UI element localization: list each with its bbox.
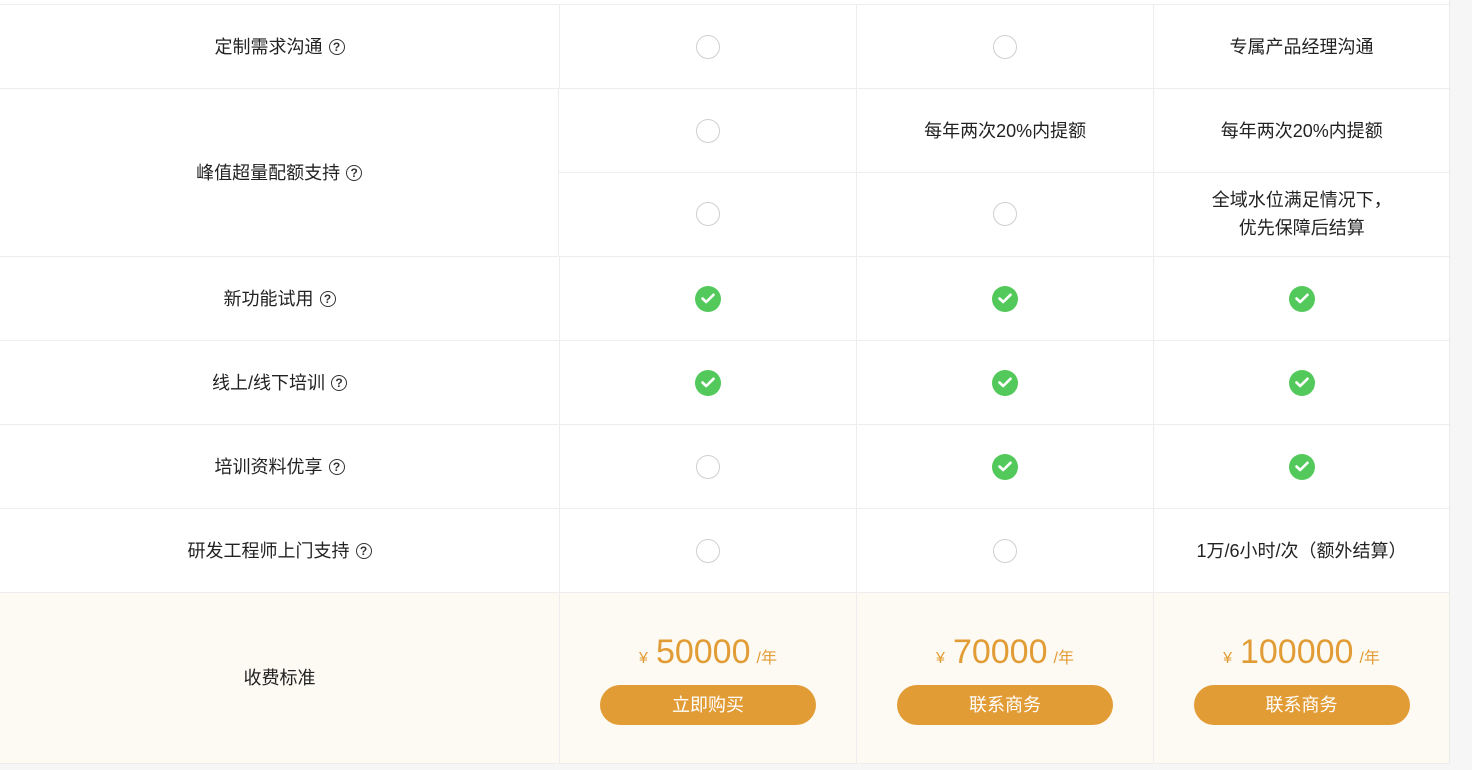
question-circle-icon[interactable]: ? <box>355 542 372 559</box>
empty-circle-icon <box>696 538 720 563</box>
table-row: 研发工程师上门支持 ? 1万/6小时/次（额外结算） <box>0 509 1449 593</box>
price-amount: 100000 <box>1239 632 1354 671</box>
plan-cell <box>856 172 1154 255</box>
plan-cell <box>560 341 857 424</box>
price: ¥ 50000 /年 <box>639 632 777 673</box>
plan-cell <box>560 425 857 508</box>
plan-cell <box>1154 257 1449 340</box>
plan-cell <box>559 89 856 172</box>
feature-label: 峰值超量配额支持 <box>196 162 341 183</box>
plan-cell <box>857 425 1154 508</box>
feature-label: 线上/线下培训 <box>211 372 325 393</box>
empty-circle-icon <box>695 118 720 143</box>
feature-cell: 培训资料优享 ? <box>0 425 560 508</box>
pricing-label: 收费标准 <box>243 668 316 688</box>
plan-cell <box>560 509 857 592</box>
table-row: 新功能试用 ? <box>0 257 1449 341</box>
feature-comparison-table: 定制需求沟通 ? 专属产品经理沟通 峰值超量配额支持 ? 每年两次20%内提额 … <box>0 0 1450 764</box>
check-circle-icon <box>1288 285 1315 312</box>
currency-symbol: ¥ <box>936 649 945 667</box>
check-circle-icon <box>992 453 1018 480</box>
plan-subcells: 每年两次20%内提额 <box>856 89 1155 256</box>
table-row: 定制需求沟通 ? 专属产品经理沟通 <box>0 4 1449 89</box>
plan-cell <box>560 257 857 340</box>
plan-cell <box>1154 341 1449 424</box>
empty-circle-icon <box>993 538 1017 563</box>
table-row: 培训资料优享 ? <box>0 425 1449 509</box>
feature-cell: 峰值超量配额支持 ? <box>0 89 560 256</box>
plan-value: 每年两次20%内提额 <box>924 120 1087 141</box>
pricing-row: 收费标准 ¥ 50000 /年 立即购买 ¥ 70000 /年 联系商务 ¥ 1… <box>0 593 1449 764</box>
empty-circle-icon <box>993 34 1017 59</box>
check-circle-icon <box>1288 453 1315 480</box>
plan-price-cell: ¥ 70000 /年 联系商务 <box>857 593 1154 763</box>
feature-label: 培训资料优享 <box>214 456 323 477</box>
check-circle-icon <box>992 369 1018 396</box>
question-circle-icon[interactable]: ? <box>346 164 363 181</box>
price-period: /年 <box>756 649 777 667</box>
plan-cell <box>857 5 1154 88</box>
plan-value: 每年两次20%内提额 <box>1220 120 1383 141</box>
plan-price-cell: ¥ 50000 /年 立即购买 <box>560 593 857 763</box>
question-circle-icon[interactable]: ? <box>319 290 336 307</box>
feature-cell: 新功能试用 ? <box>0 257 560 340</box>
plan-cell <box>560 5 857 88</box>
question-circle-icon[interactable]: ? <box>328 458 345 475</box>
check-circle-icon <box>695 285 721 312</box>
plan-cell <box>857 257 1154 340</box>
check-circle-icon <box>695 369 721 396</box>
price: ¥ 100000 /年 <box>1223 632 1380 673</box>
plan-cell: 每年两次20%内提额 <box>857 89 1154 172</box>
plan-subcells: 每年两次20%内提额 全域水位满足情况下， 优先保障后结算 <box>1154 89 1450 256</box>
price-amount: 50000 <box>655 632 751 671</box>
price: ¥ 70000 /年 <box>936 632 1074 673</box>
empty-circle-icon <box>696 34 720 59</box>
plan-value: 专属产品经理沟通 <box>1229 36 1374 57</box>
contact-sales-button[interactable]: 联系商务 <box>1193 684 1410 725</box>
question-circle-icon[interactable]: ? <box>331 374 347 391</box>
feature-cell: 定制需求沟通 ? <box>0 5 560 88</box>
feature-label: 新功能试用 <box>223 288 314 309</box>
price-period: /年 <box>1359 649 1380 667</box>
check-circle-icon <box>1288 369 1315 396</box>
plan-value: 1万/6小时/次（额外结算） <box>1196 540 1407 561</box>
plan-price-cell: ¥ 100000 /年 联系商务 <box>1154 593 1449 763</box>
feature-label: 定制需求沟通 <box>214 36 323 57</box>
empty-circle-icon <box>993 202 1018 226</box>
plan-cell: 每年两次20%内提额 <box>1154 89 1449 172</box>
plan-cell: 全域水位满足情况下， 优先保障后结算 <box>1154 172 1450 255</box>
table-row: 线上/线下培训 ? <box>0 341 1449 425</box>
plan-cell <box>857 341 1154 424</box>
pricing-label-cell: 收费标准 <box>0 593 560 763</box>
price-period: /年 <box>1053 649 1074 667</box>
price-amount: 70000 <box>952 632 1048 671</box>
feature-label: 研发工程师上门支持 <box>187 540 350 561</box>
empty-circle-icon <box>695 202 720 226</box>
plan-cell: 1万/6小时/次（额外结算） <box>1154 509 1449 592</box>
currency-symbol: ¥ <box>1223 649 1232 667</box>
plan-subcells <box>559 89 857 256</box>
plan-cell <box>559 172 856 255</box>
plan-cell <box>1154 425 1449 508</box>
plan-cell: 专属产品经理沟通 <box>1154 5 1449 88</box>
buy-now-button[interactable]: 立即购买 <box>600 684 816 725</box>
contact-sales-button[interactable]: 联系商务 <box>897 684 1113 725</box>
check-circle-icon <box>992 285 1018 312</box>
empty-circle-icon <box>696 454 720 479</box>
plan-value: 全域水位满足情况下， 优先保障后结算 <box>1211 190 1392 238</box>
currency-symbol: ¥ <box>639 649 648 667</box>
table-row: 峰值超量配额支持 ? 每年两次20%内提额 每年两次20%内提额 全域水位满足情… <box>0 89 1450 257</box>
feature-cell: 研发工程师上门支持 ? <box>0 509 560 592</box>
feature-cell: 线上/线下培训 ? <box>0 341 560 424</box>
plan-cell <box>857 509 1154 592</box>
question-circle-icon[interactable]: ? <box>328 38 345 55</box>
